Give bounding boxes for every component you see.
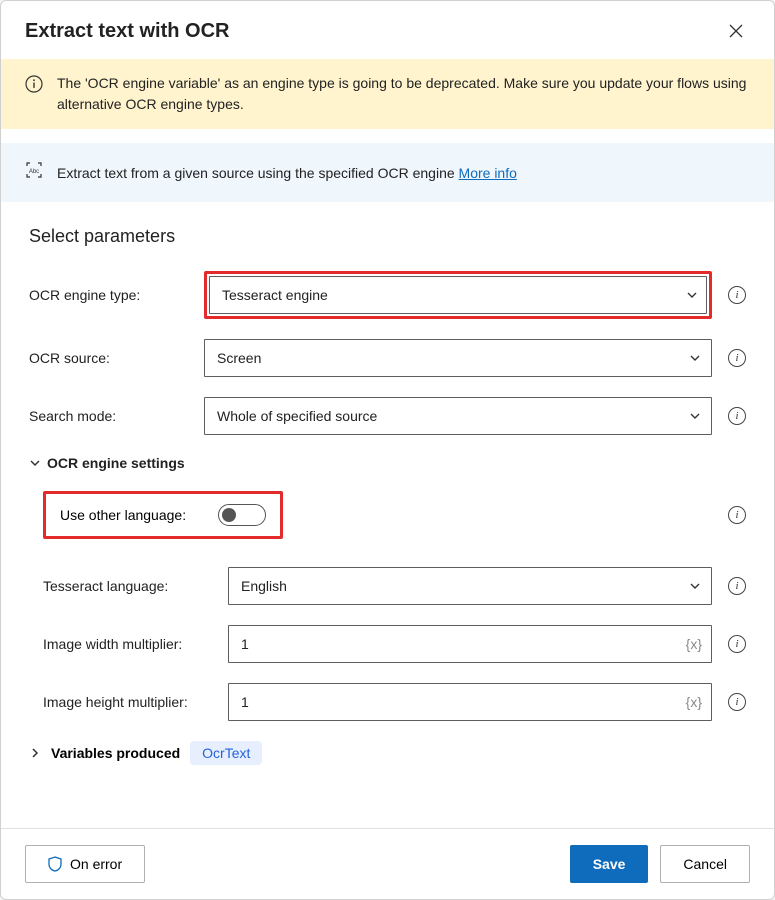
highlight-engine-type: Tesseract engine bbox=[204, 271, 712, 319]
label-tesseract-language: Tesseract language: bbox=[43, 578, 218, 594]
field-row-search-mode: Search mode: Whole of specified source i bbox=[29, 397, 746, 435]
chevron-down-icon bbox=[29, 457, 41, 469]
toggle-use-other-language[interactable] bbox=[218, 504, 266, 526]
field-row-tesseract-language: Tesseract language: English i bbox=[43, 567, 746, 605]
label-width-multiplier: Image width multiplier: bbox=[43, 636, 218, 652]
label-search-mode: Search mode: bbox=[29, 408, 194, 424]
dialog-header: Extract text with OCR bbox=[1, 1, 774, 59]
help-icon-ocr-source[interactable]: i bbox=[728, 349, 746, 367]
help-icon-search-mode[interactable]: i bbox=[728, 407, 746, 425]
field-row-ocr-source: OCR source: Screen i bbox=[29, 339, 746, 377]
select-tesseract-language[interactable]: English bbox=[228, 567, 712, 605]
dialog-title: Extract text with OCR bbox=[25, 20, 229, 43]
select-wrap-tesseract-language: English bbox=[228, 567, 712, 605]
info-circle-icon bbox=[25, 75, 43, 98]
toggle-knob bbox=[222, 508, 236, 522]
footer-button-group: Save Cancel bbox=[570, 845, 750, 883]
field-row-engine-type: OCR engine type: Tesseract engine i bbox=[29, 271, 746, 319]
input-wrap-height-multiplier: {x} bbox=[228, 683, 712, 721]
select-ocr-source[interactable]: Screen bbox=[204, 339, 712, 377]
collapsible-variables-produced[interactable]: Variables produced OcrText bbox=[29, 741, 746, 765]
cancel-button[interactable]: Cancel bbox=[660, 845, 750, 883]
field-row-height-multiplier: Image height multiplier: {x} i bbox=[43, 683, 746, 721]
select-wrap-search-mode: Whole of specified source bbox=[204, 397, 712, 435]
input-wrap-width-multiplier: {x} bbox=[228, 625, 712, 663]
label-engine-type: OCR engine type: bbox=[29, 287, 194, 303]
select-engine-type[interactable]: Tesseract engine bbox=[209, 276, 707, 314]
description-text: Extract text from a given source using t… bbox=[57, 165, 517, 181]
select-wrap-ocr-source: Screen bbox=[204, 339, 712, 377]
engine-settings-panel: Use other language: i Tesseract language… bbox=[29, 491, 746, 721]
shield-icon bbox=[48, 856, 62, 872]
help-icon-use-other-language[interactable]: i bbox=[728, 506, 746, 524]
ocr-icon: Abc bbox=[25, 161, 43, 184]
dialog-content: Select parameters OCR engine type: Tesse… bbox=[1, 202, 774, 828]
dialog-extract-text-ocr: Extract text with OCR The 'OCR engine va… bbox=[0, 0, 775, 900]
on-error-button[interactable]: On error bbox=[25, 845, 145, 883]
help-icon-width-multiplier[interactable]: i bbox=[728, 635, 746, 653]
close-button[interactable] bbox=[722, 17, 750, 45]
field-row-width-multiplier: Image width multiplier: {x} i bbox=[43, 625, 746, 663]
variable-badge-ocrtext[interactable]: OcrText bbox=[190, 741, 262, 765]
help-icon-height-multiplier[interactable]: i bbox=[728, 693, 746, 711]
input-height-multiplier[interactable] bbox=[228, 683, 712, 721]
dialog-footer: On error Save Cancel bbox=[1, 828, 774, 899]
label-variables-produced: Variables produced bbox=[51, 745, 180, 761]
warning-text: The 'OCR engine variable' as an engine t… bbox=[57, 73, 750, 115]
chevron-right-icon bbox=[29, 747, 41, 759]
svg-text:Abc: Abc bbox=[29, 169, 39, 175]
description-banner: Abc Extract text from a given source usi… bbox=[1, 143, 774, 202]
collapsible-engine-settings[interactable]: OCR engine settings bbox=[29, 455, 746, 471]
field-row-use-other-language: Use other language: i bbox=[43, 491, 746, 539]
label-height-multiplier: Image height multiplier: bbox=[43, 694, 218, 710]
help-icon-engine-type[interactable]: i bbox=[728, 286, 746, 304]
input-width-multiplier[interactable] bbox=[228, 625, 712, 663]
help-icon-tesseract-language[interactable]: i bbox=[728, 577, 746, 595]
close-icon bbox=[728, 23, 744, 39]
more-info-link[interactable]: More info bbox=[459, 165, 517, 181]
select-search-mode[interactable]: Whole of specified source bbox=[204, 397, 712, 435]
section-title: Select parameters bbox=[29, 226, 746, 247]
highlight-use-other-language: Use other language: bbox=[43, 491, 283, 539]
label-use-other-language: Use other language: bbox=[60, 507, 186, 523]
save-button[interactable]: Save bbox=[570, 845, 649, 883]
label-ocr-source: OCR source: bbox=[29, 350, 194, 366]
deprecation-warning-banner: The 'OCR engine variable' as an engine t… bbox=[1, 59, 774, 129]
